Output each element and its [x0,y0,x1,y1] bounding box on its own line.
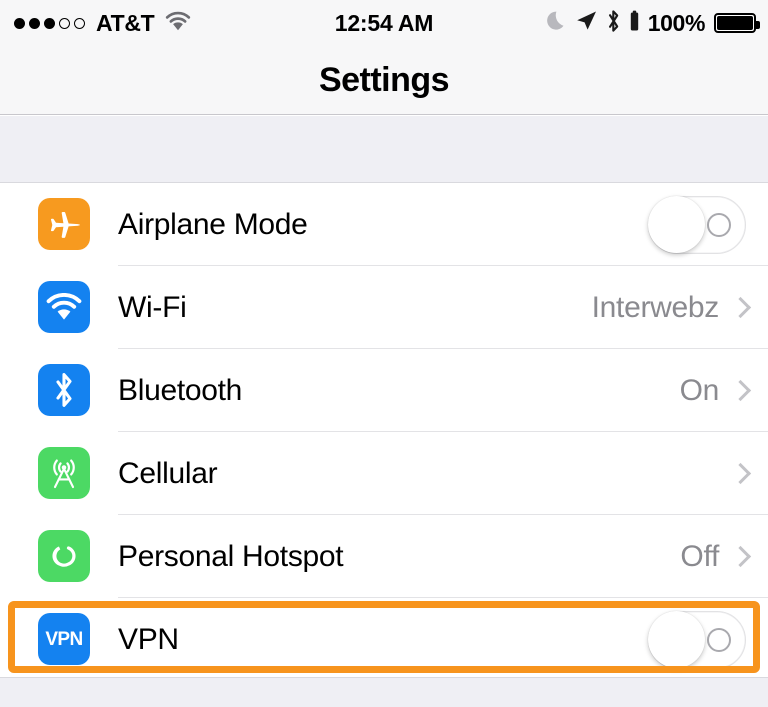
settings-row-accessory [648,610,746,669]
toggle-off-indicator [707,627,731,652]
settings-row-accessory [648,195,746,254]
settings-list: Airplane Mode Wi-Fi Interwebz Bluetooth … [0,183,768,681]
toggle-knob [648,195,705,253]
airplane-icon [38,198,90,250]
vpn-icon-label: VPN [45,628,83,650]
status-bar-left: AT&T [14,0,191,46]
hotspot-link-icon [38,530,90,582]
moon-icon [546,10,567,37]
toggle-off-indicator [707,212,731,237]
settings-row-bluetooth[interactable]: Bluetooth On [0,349,768,432]
status-bar-right: 100% [546,0,760,46]
settings-row-airplane-mode[interactable]: Airplane Mode [0,183,768,266]
cell-tower-icon [38,447,90,499]
settings-row-accessory: Off [680,540,746,574]
signal-dot-filled [44,17,55,29]
bluetooth-battery-icon [630,10,639,37]
chevron-right-icon [732,379,746,403]
chevron-right-icon [732,296,746,320]
settings-row-label: Wi-Fi [118,290,187,324]
status-bar-clock: 12:54 AM [334,9,434,36]
settings-row-value: Interwebz [591,290,720,324]
airplane-mode-toggle[interactable] [648,195,746,254]
settings-row-label: Bluetooth [118,373,243,407]
battery-percent-label: 100% [647,9,706,36]
settings-row-vpn[interactable]: VPN VPN [0,598,768,681]
navigation-bar: Settings [0,46,768,115]
section-gap-top [0,116,768,183]
location-arrow-icon [576,10,597,36]
settings-row-personal-hotspot[interactable]: Personal Hotspot Off [0,515,768,598]
wifi-icon [165,11,191,36]
bluetooth-icon [606,9,621,38]
settings-row-wifi[interactable]: Wi-Fi Interwebz [0,266,768,349]
settings-row-label: Personal Hotspot [118,539,344,573]
status-bar: AT&T 12:54 AM 100% [0,0,768,46]
vpn-toggle[interactable] [648,610,746,669]
section-gap-bottom [0,677,768,707]
toggle-knob [648,610,705,668]
settings-row-value: On [679,373,720,407]
signal-strength-dots [14,17,85,29]
settings-row-label: Airplane Mode [118,207,308,241]
settings-row-cellular[interactable]: Cellular [0,432,768,515]
vpn-icon: VPN [38,613,90,665]
page-title: Settings [318,60,450,99]
settings-row-accessory [719,462,746,486]
signal-dot-empty [59,17,70,29]
settings-row-accessory: On [680,374,746,408]
settings-row-label: VPN [118,622,179,656]
carrier-label: AT&T [96,9,155,36]
settings-row-accessory: Interwebz [592,291,746,325]
chevron-right-icon [732,462,746,486]
wifi-icon [38,281,90,333]
signal-dot-empty [74,17,85,29]
signal-dot-filled [29,17,40,29]
battery-fill [717,16,753,30]
settings-row-label: Cellular [118,456,218,490]
chevron-right-icon [732,545,746,569]
settings-row-value: Off [680,539,719,573]
battery-icon [714,13,760,33]
bluetooth-icon [38,364,90,416]
ios-settings-screen: AT&T 12:54 AM 100% Settings Airplane Mod… [0,0,768,707]
signal-dot-filled [14,17,25,29]
